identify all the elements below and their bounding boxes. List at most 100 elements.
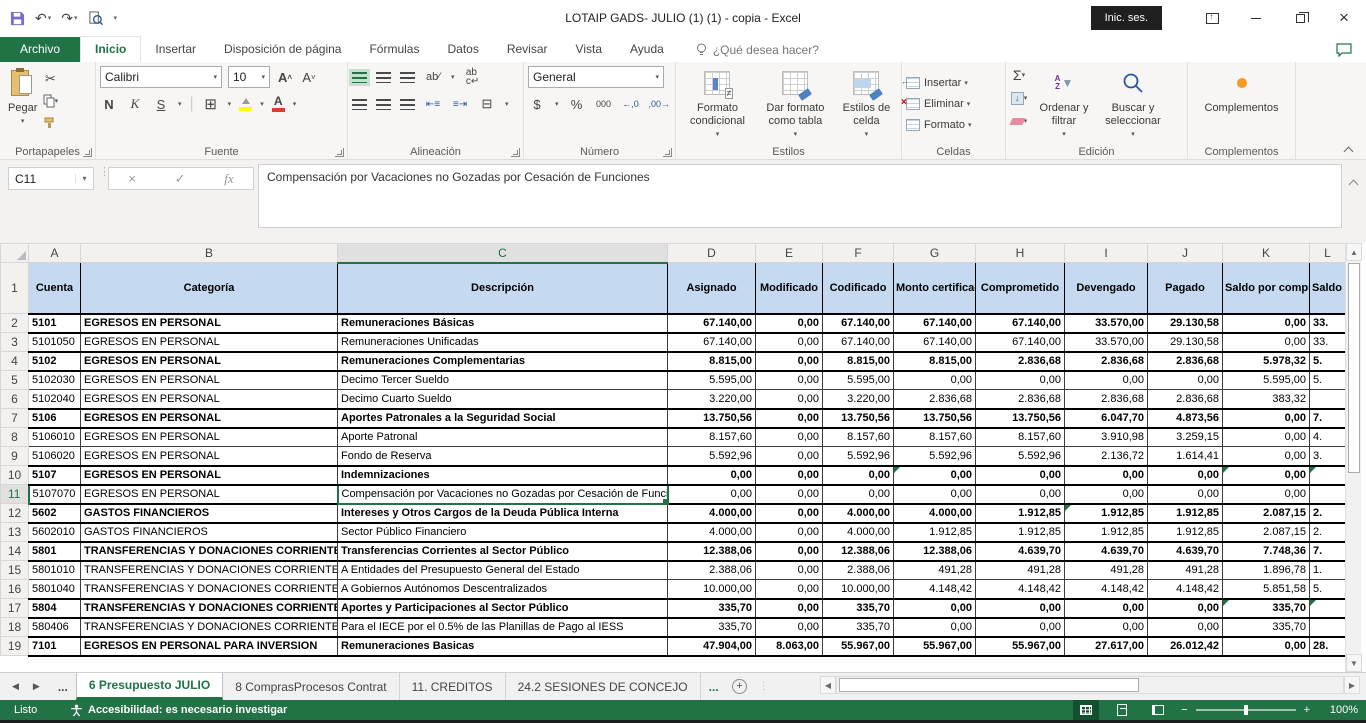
ribbon-tab-datos[interactable]: Datos (433, 37, 492, 62)
increase-decimal-icon[interactable]: ←,0 (622, 94, 640, 114)
clear-icon[interactable]: ▾ (1010, 111, 1028, 131)
cell-E7[interactable]: 0,00 (756, 409, 823, 428)
cell-G5[interactable]: 0,00 (894, 371, 976, 390)
scroll-left-icon[interactable]: ◀ (820, 676, 836, 694)
font-color-icon[interactable]: A (272, 96, 285, 112)
cell-F5[interactable]: 5.595,00 (823, 371, 894, 390)
cell-C6[interactable]: Decimo Cuarto Sueldo (338, 390, 668, 409)
close-button[interactable]: × (1322, 0, 1366, 36)
cell-C5[interactable]: Decimo Tercer Sueldo (338, 371, 668, 390)
table-header-cell[interactable]: Monto certificado (894, 263, 976, 314)
cell-H12[interactable]: 1.912,85 (976, 504, 1065, 523)
cell-F4[interactable]: 8.815,00 (823, 352, 894, 371)
cell-K8[interactable]: 0,00 (1223, 428, 1310, 447)
insert-function-icon[interactable]: fx (224, 171, 233, 187)
cell-L10[interactable] (1310, 466, 1346, 485)
cell-C2[interactable]: Remuneraciones Básicas (338, 314, 668, 333)
cell-H7[interactable]: 13.750,56 (976, 409, 1065, 428)
align-right-icon[interactable] (400, 99, 415, 110)
table-header-cell[interactable]: Categoría (81, 263, 338, 314)
cell-I7[interactable]: 6.047,70 (1065, 409, 1148, 428)
row-header-14[interactable]: 14 (1, 542, 29, 561)
row-header-6[interactable]: 6 (1, 390, 29, 409)
cell-D14[interactable]: 12.388,06 (668, 542, 756, 561)
cell-I13[interactable]: 1.912,85 (1065, 523, 1148, 542)
cell-styles-button[interactable]: Estilos de celda▾ (836, 65, 897, 143)
column-header-F[interactable]: F (823, 244, 894, 263)
cell-J7[interactable]: 4.873,56 (1148, 409, 1223, 428)
cell-A9[interactable]: 5106020 (29, 447, 81, 466)
cell-H6[interactable]: 2.836,68 (976, 390, 1065, 409)
column-header-D[interactable]: D (668, 244, 756, 263)
cell-L17[interactable] (1310, 599, 1346, 618)
table-header-cell[interactable]: Cuenta (29, 263, 81, 314)
cell-D13[interactable]: 4.000,00 (668, 523, 756, 542)
cell-A8[interactable]: 5106010 (29, 428, 81, 447)
ribbon-tab-fórmulas[interactable]: Fórmulas (355, 37, 433, 62)
cell-H10[interactable]: 0,00 (976, 466, 1065, 485)
cell-L6[interactable] (1310, 390, 1346, 409)
cell-L18[interactable] (1310, 618, 1346, 637)
cell-G14[interactable]: 12.388,06 (894, 542, 976, 561)
cell-K6[interactable]: 383,32 (1223, 390, 1310, 409)
cell-F8[interactable]: 8.157,60 (823, 428, 894, 447)
table-header-cell[interactable]: Pagado (1148, 263, 1223, 314)
cell-K9[interactable]: 0,00 (1223, 447, 1310, 466)
cell-B14[interactable]: TRANSFERENCIAS Y DONACIONES CORRIENTES (81, 542, 338, 561)
cell-H15[interactable]: 491,28 (976, 561, 1065, 580)
cell-C17[interactable]: Aportes y Participaciones al Sector Públ… (338, 599, 668, 618)
bold-button[interactable]: N (100, 94, 118, 114)
column-header-A[interactable]: A (29, 244, 81, 263)
table-header-cell[interactable]: Descripción (338, 263, 668, 314)
scroll-right-icon[interactable]: ▶ (1344, 676, 1360, 694)
cell-A11[interactable]: 5107070 (29, 485, 81, 504)
align-middle-icon[interactable] (376, 72, 391, 83)
alignment-dialog-launcher[interactable] (511, 148, 520, 157)
cell-C16[interactable]: A Gobiernos Autónomos Descentralizados (338, 580, 668, 599)
cell-H17[interactable]: 0,00 (976, 599, 1065, 618)
fill-color-icon[interactable] (239, 97, 252, 111)
cell-H4[interactable]: 2.836,68 (976, 352, 1065, 371)
cell-K4[interactable]: 5.978,32 (1223, 352, 1310, 371)
table-header-cell[interactable]: Modificado (756, 263, 823, 314)
cell-E9[interactable]: 0,00 (756, 447, 823, 466)
sheet-tab-24-2-sesiones-de-concejo[interactable]: 24.2 SESIONES DE CONCEJO (506, 673, 701, 700)
namebox-dropdown-icon[interactable]: ▾ (75, 174, 93, 183)
delete-cells-button[interactable]: Eliminar ▾ (906, 94, 970, 114)
cell-B9[interactable]: EGRESOS EN PERSONAL (81, 447, 338, 466)
cell-A14[interactable]: 5801 (29, 542, 81, 561)
cell-I12[interactable]: 1.912,85 (1065, 504, 1148, 523)
column-header-L[interactable]: L (1310, 244, 1346, 263)
cell-I15[interactable]: 491,28 (1065, 561, 1148, 580)
save-icon[interactable] (10, 11, 25, 26)
scroll-down-icon[interactable]: ▼ (1346, 654, 1362, 672)
cell-I6[interactable]: 2.836,68 (1065, 390, 1148, 409)
column-header-K[interactable]: K (1223, 244, 1310, 263)
cell-B5[interactable]: EGRESOS EN PERSONAL (81, 371, 338, 390)
cell-K17[interactable]: 335,70 (1223, 599, 1310, 618)
cell-H13[interactable]: 1.912,85 (976, 523, 1065, 542)
cell-B10[interactable]: EGRESOS EN PERSONAL (81, 466, 338, 485)
cell-G19[interactable]: 55.967,00 (894, 637, 976, 656)
cell-E14[interactable]: 0,00 (756, 542, 823, 561)
column-header-J[interactable]: J (1148, 244, 1223, 263)
cell-C15[interactable]: A Entidades del Presupuesto General del … (338, 561, 668, 580)
zoom-out-icon[interactable]: − (1181, 704, 1187, 716)
row-header-10[interactable]: 10 (1, 466, 29, 485)
cell-B13[interactable]: GASTOS FINANCIEROS (81, 523, 338, 542)
cell-J5[interactable]: 0,00 (1148, 371, 1223, 390)
cell-D19[interactable]: 47.904,00 (668, 637, 756, 656)
cell-A3[interactable]: 5101050 (29, 333, 81, 352)
cell-K5[interactable]: 5.595,00 (1223, 371, 1310, 390)
cell-D15[interactable]: 2.388,06 (668, 561, 756, 580)
orientation-icon[interactable]: ab⁄ (424, 67, 442, 87)
cell-I10[interactable]: 0,00 (1065, 466, 1148, 485)
cell-J14[interactable]: 4.639,70 (1148, 542, 1223, 561)
cell-A5[interactable]: 5102030 (29, 371, 81, 390)
row-header-1[interactable]: 1 (1, 263, 29, 314)
decrease-decimal-icon[interactable]: ,00→ (649, 94, 671, 114)
page-break-view-button[interactable] (1145, 700, 1171, 720)
cancel-formula-icon[interactable]: × (128, 171, 136, 186)
wrap-text-icon[interactable]: abc↵ (464, 67, 482, 87)
cell-K13[interactable]: 2.087,15 (1223, 523, 1310, 542)
